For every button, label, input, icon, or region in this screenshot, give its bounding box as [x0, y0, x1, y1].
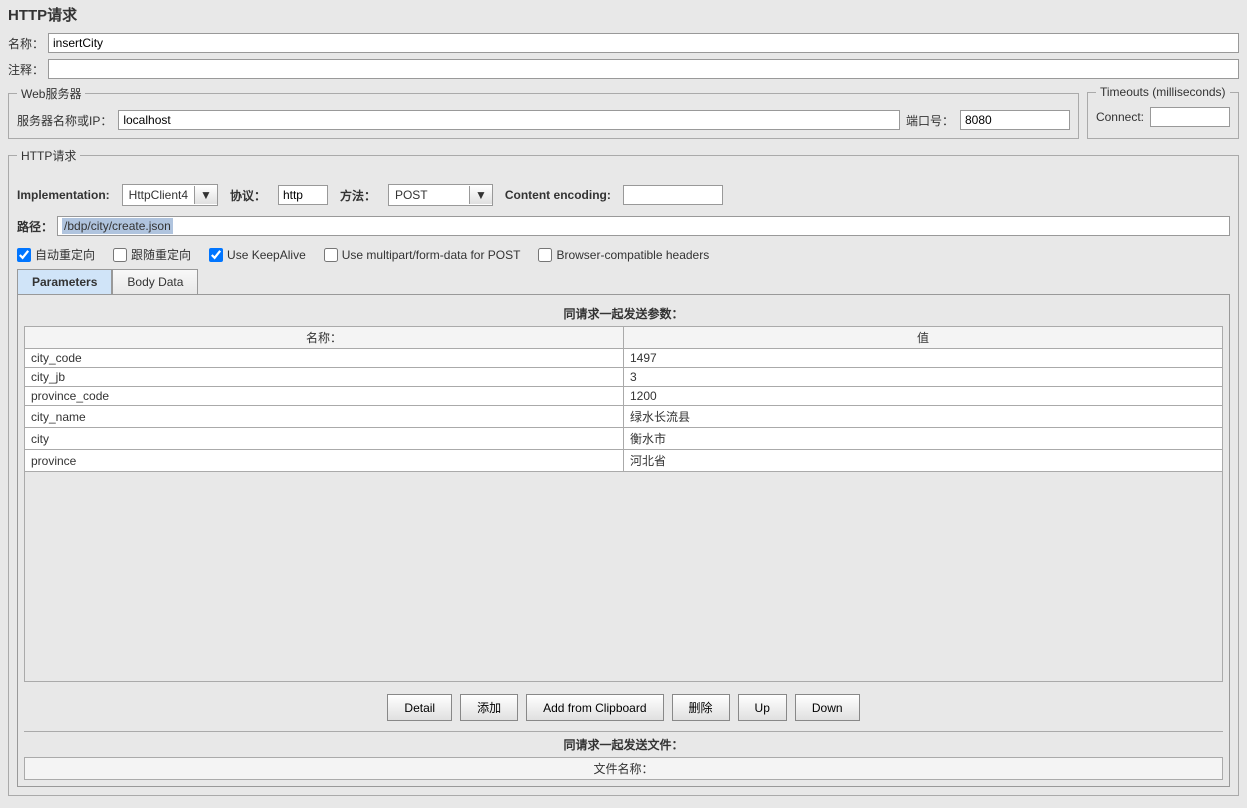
table-row[interactable]: province_code1200: [25, 387, 1223, 406]
params-col-value[interactable]: 值: [624, 327, 1223, 349]
http-request-fieldset: HTTP请求 Implementation: HttpClient4 ▼ 协议：…: [8, 147, 1239, 796]
protocol-label: 协议：: [230, 187, 266, 204]
table-row[interactable]: province河北省: [25, 450, 1223, 472]
port-label: 端口号：: [906, 112, 954, 129]
browser-headers-checkbox[interactable]: Browser-compatible headers: [538, 248, 709, 262]
name-label: 名称：: [8, 35, 44, 52]
path-input[interactable]: /bdp/city/create.json: [57, 216, 1230, 236]
protocol-input[interactable]: [278, 185, 328, 205]
method-select[interactable]: POST ▼: [388, 184, 493, 206]
server-label: 服务器名称或IP：: [17, 112, 112, 129]
chevron-down-icon[interactable]: ▼: [469, 186, 492, 204]
connect-label: Connect:: [1096, 110, 1144, 124]
tab-body-data[interactable]: Body Data: [112, 269, 198, 294]
implementation-label: Implementation:: [17, 188, 110, 202]
comment-input[interactable]: [48, 59, 1239, 79]
params-col-name[interactable]: 名称：: [25, 327, 624, 349]
auto-redirect-checkbox[interactable]: 自动重定向: [17, 246, 95, 263]
web-server-fieldset: Web服务器 服务器名称或IP： 端口号：: [8, 85, 1079, 139]
detail-button[interactable]: Detail: [387, 694, 452, 721]
follow-redirect-checkbox[interactable]: 跟随重定向: [113, 246, 191, 263]
table-row[interactable]: city_jb3: [25, 368, 1223, 387]
tab-parameters[interactable]: Parameters: [17, 269, 112, 294]
implementation-select[interactable]: HttpClient4 ▼: [122, 184, 218, 206]
port-input[interactable]: [960, 110, 1070, 130]
params-table: 名称： 值 city_code1497city_jb3province_code…: [24, 326, 1223, 472]
name-input[interactable]: [48, 33, 1239, 53]
http-request-legend: HTTP请求: [17, 147, 80, 164]
add-from-clipboard-button[interactable]: Add from Clipboard: [526, 694, 663, 721]
page-title: HTTP请求: [8, 4, 1239, 25]
multipart-checkbox[interactable]: Use multipart/form-data for POST: [324, 248, 521, 262]
keepalive-checkbox[interactable]: Use KeepAlive: [209, 248, 306, 262]
down-button[interactable]: Down: [795, 694, 860, 721]
encoding-label: Content encoding:: [505, 188, 611, 202]
table-row[interactable]: city_name绿水长流县: [25, 406, 1223, 428]
table-row[interactable]: city_code1497: [25, 349, 1223, 368]
file-col-name[interactable]: 文件名称：: [25, 758, 1223, 780]
path-label: 路径：: [17, 218, 53, 235]
delete-button[interactable]: 删除: [672, 694, 730, 721]
up-button[interactable]: Up: [738, 694, 787, 721]
timeouts-fieldset: Timeouts (milliseconds) Connect:: [1087, 85, 1239, 139]
table-row[interactable]: city衡水市: [25, 428, 1223, 450]
web-server-legend: Web服务器: [17, 85, 85, 102]
method-label: 方法：: [340, 187, 376, 204]
chevron-down-icon[interactable]: ▼: [194, 186, 217, 204]
params-title: 同请求一起发送参数：: [24, 301, 1223, 326]
add-button[interactable]: 添加: [460, 694, 518, 721]
server-input[interactable]: [118, 110, 900, 130]
timeouts-legend: Timeouts (milliseconds): [1096, 85, 1230, 99]
connect-input[interactable]: [1150, 107, 1230, 127]
comment-label: 注释：: [8, 61, 44, 78]
files-title: 同请求一起发送文件：: [24, 731, 1223, 757]
encoding-input[interactable]: [623, 185, 723, 205]
